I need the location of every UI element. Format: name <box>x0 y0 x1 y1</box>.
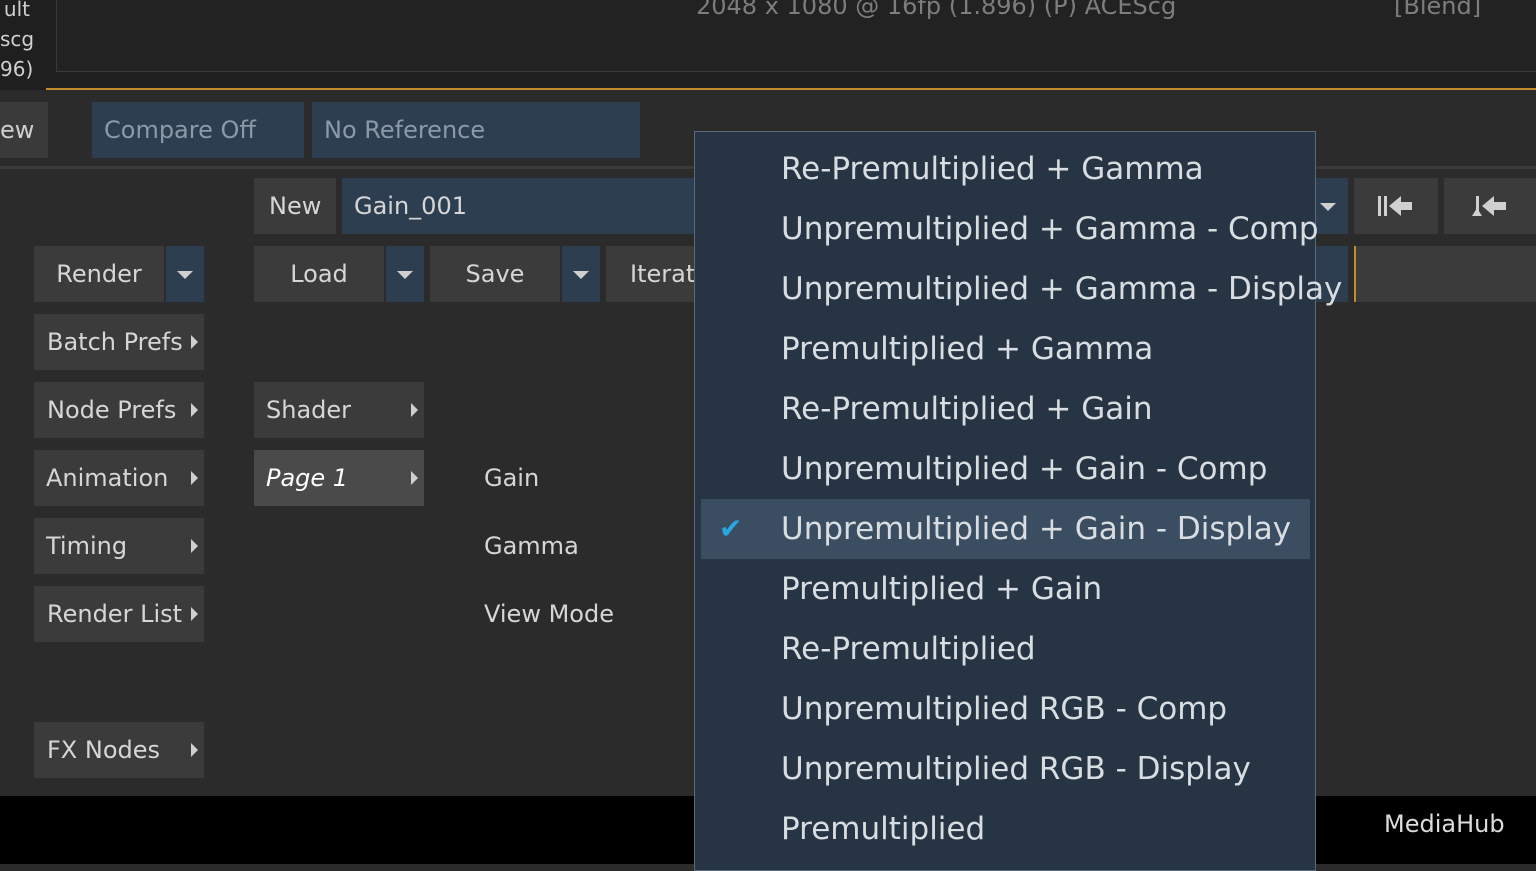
menu-option[interactable]: Premultiplied <box>701 799 1310 859</box>
mediahub-button[interactable]: MediaHub <box>1384 810 1505 838</box>
option-label: Unpremultiplied + Gain - Comp <box>781 451 1268 487</box>
option-label: Re-Premultiplied + Gain <box>781 391 1153 427</box>
tab-page-1[interactable]: Page 1 <box>254 450 424 506</box>
timing-button[interactable]: Timing <box>34 518 204 574</box>
gamma-label: Gamma <box>484 532 579 560</box>
setup-name-field[interactable]: Gain_001 <box>342 178 702 234</box>
menu-option[interactable]: Premultiplied + Gamma <box>701 319 1310 379</box>
render-options-dropdown[interactable] <box>166 246 204 302</box>
render-list-button[interactable]: Render List <box>34 586 204 642</box>
viewer-info-line: ult <box>3 0 30 21</box>
menu-option[interactable]: Unpremultiplied + Gamma - Comp <box>701 199 1319 259</box>
animation-button[interactable]: Animation <box>34 450 204 506</box>
option-label: Premultiplied + Gamma <box>781 331 1154 367</box>
reference-button[interactable]: No Reference <box>312 102 640 158</box>
option-label: Unpremultiplied RGB - Display <box>781 751 1251 787</box>
new-button[interactable]: New <box>254 178 336 234</box>
menu-option[interactable]: Re-Premultiplied <box>701 619 1310 679</box>
skip-to-start-icon <box>1378 196 1412 216</box>
load-options-dropdown[interactable] <box>386 246 424 302</box>
option-label: Unpremultiplied + Gamma - Comp <box>781 211 1319 247</box>
load-button[interactable]: Load <box>254 246 384 302</box>
previous-keyframe-icon <box>1472 196 1506 216</box>
option-label: Unpremultiplied + Gain - Display <box>781 511 1292 547</box>
save-options-dropdown[interactable] <box>562 246 600 302</box>
option-label: Unpremultiplied + Gamma - Display <box>781 271 1343 307</box>
viewer-blend-text: [Blend] <box>1394 0 1482 20</box>
chevron-down-icon[interactable] <box>1320 203 1336 211</box>
menu-option[interactable]: Unpremultiplied + Gamma - Display <box>701 259 1342 319</box>
menu-option[interactable]: Premultiplied + Gain <box>701 559 1310 619</box>
option-label: Re-Premultiplied <box>781 631 1036 667</box>
menu-option-selected[interactable]: ✔ Unpremultiplied + Gain - Display <box>701 499 1310 559</box>
jump-start-button[interactable] <box>1354 178 1438 234</box>
gain-label: Gain <box>484 464 540 492</box>
timeline-strip[interactable] <box>1354 246 1536 302</box>
menu-option[interactable]: Re-Premultiplied + Gamma <box>701 139 1310 199</box>
menu-option[interactable]: Unpremultiplied RGB - Display <box>701 739 1310 799</box>
render-button[interactable]: Render <box>34 246 164 302</box>
menu-option[interactable]: Unpremultiplied + Gain - Comp <box>701 439 1310 499</box>
viewer-info-line: 96) <box>0 57 34 81</box>
previous-key-button[interactable] <box>1444 178 1536 234</box>
option-label: Re-Premultiplied + Gamma <box>781 151 1204 187</box>
viewer-highlight-border <box>46 88 1536 90</box>
iterate-button[interactable]: Iterat <box>606 246 696 302</box>
viewer-info-line: scg <box>0 27 35 51</box>
fx-nodes-button[interactable]: FX Nodes <box>34 722 204 778</box>
option-label: Unpremultiplied RGB - Comp <box>781 691 1228 727</box>
option-label: Premultiplied <box>781 811 986 847</box>
view-button[interactable]: ew <box>0 102 48 158</box>
viewer-info-text: ult scg 96) <box>0 0 35 84</box>
save-button[interactable]: Save <box>430 246 560 302</box>
tab-shader[interactable]: Shader <box>254 382 424 438</box>
viewer-resolution-text: 2048 x 1080 @ 16fp (1.896) (P) ACEScg <box>696 0 1177 20</box>
compare-button[interactable]: Compare Off <box>92 102 304 158</box>
checkmark-icon: ✔ <box>719 512 743 545</box>
menu-option[interactable]: Re-Premultiplied + Gain <box>701 379 1310 439</box>
menu-option[interactable]: Unpremultiplied RGB - Comp <box>701 679 1310 739</box>
view-mode-label: View Mode <box>484 600 614 628</box>
option-label: Premultiplied + Gain <box>781 571 1103 607</box>
view-mode-dropdown-menu[interactable]: Re-Premultiplied + Gamma Unpremultiplied… <box>694 131 1342 871</box>
node-prefs-button[interactable]: Node Prefs <box>34 382 204 438</box>
batch-prefs-button[interactable]: Batch Prefs <box>34 314 204 370</box>
